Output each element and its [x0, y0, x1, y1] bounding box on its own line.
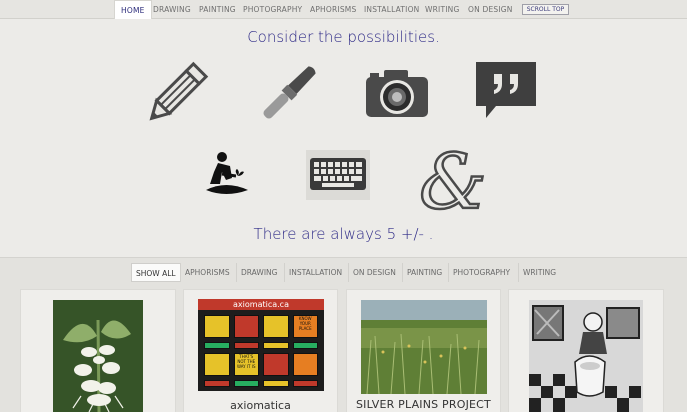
- nav-writing[interactable]: WRITING: [425, 0, 459, 19]
- aphorism-tile: [292, 353, 318, 376]
- prairie-thumbnail[interactable]: [361, 300, 487, 394]
- svg-text:&: &: [419, 142, 487, 214]
- filter-show-all[interactable]: SHOW ALL: [131, 263, 181, 282]
- aphorism-tile: [204, 353, 230, 376]
- ampersand-icon[interactable]: &: [414, 136, 492, 228]
- portfolio-card[interactable]: [20, 289, 176, 412]
- filter-installation[interactable]: INSTALLATION: [284, 263, 346, 282]
- filter-writing[interactable]: WRITING: [518, 263, 560, 282]
- nav-drawing[interactable]: DRAWING: [153, 0, 191, 19]
- aphorism-tile: [233, 379, 259, 387]
- nav-home[interactable]: HOME: [114, 0, 152, 19]
- filter-drawing[interactable]: DRAWING: [236, 263, 281, 282]
- filter-aphorisms[interactable]: APHORISMS: [180, 263, 234, 282]
- aphorism-tile: KNOW YOUR PLACE: [292, 315, 318, 338]
- portfolio-card[interactable]: axiomatica.ca KNOW YOUR PLACE THAT'S NOT …: [183, 289, 338, 412]
- orchid-thumbnail[interactable]: [53, 300, 143, 412]
- portfolio-card[interactable]: SILVER PLAINS PROJECT: [346, 289, 501, 412]
- aphorism-tile: [233, 315, 259, 338]
- aphorism-tile: [263, 315, 289, 338]
- aphorism-tile: [263, 379, 289, 387]
- axiomatica-thumbnail[interactable]: axiomatica.ca KNOW YOUR PLACE THAT'S NOT …: [198, 299, 324, 391]
- nav-on-design[interactable]: ON DESIGN: [468, 0, 513, 19]
- portfolio-card[interactable]: [508, 289, 664, 412]
- top-nav: HOME DRAWING PAINTING PHOTOGRAPHY APHORI…: [0, 0, 687, 19]
- nav-installation[interactable]: INSTALLATION: [364, 0, 420, 19]
- aphorism-tile: [204, 341, 230, 349]
- gallery-drawing-thumbnail[interactable]: [529, 300, 643, 412]
- filter-painting[interactable]: PAINTING: [402, 263, 446, 282]
- keyboard-icon[interactable]: [306, 150, 370, 200]
- nav-aphorisms[interactable]: APHORISMS: [310, 0, 356, 19]
- aphorism-tile: [292, 341, 318, 349]
- filter-photography[interactable]: PHOTOGRAPHY: [448, 263, 514, 282]
- aphorism-tile: [263, 341, 289, 349]
- scroll-top-button[interactable]: SCROLL TOP: [522, 4, 569, 15]
- pencil-icon[interactable]: [138, 58, 212, 132]
- axiomatica-board-title: axiomatica.ca: [198, 299, 324, 310]
- aphorism-tile-grid: KNOW YOUR PLACE THAT'S NOT THE WAY IT IS: [204, 315, 318, 387]
- quote-icon[interactable]: [474, 60, 538, 124]
- camera-icon[interactable]: [362, 67, 432, 121]
- nav-photography[interactable]: PHOTOGRAPHY: [243, 0, 302, 19]
- paintbrush-icon[interactable]: [252, 58, 324, 130]
- card-caption: SILVER PLAINS PROJECT: [356, 398, 491, 411]
- filter-on-design[interactable]: ON DESIGN: [348, 263, 400, 282]
- hero-footer: There are always 5 +/- .: [253, 225, 434, 243]
- aphorism-tile: THAT'S NOT THE WAY IT IS: [233, 353, 259, 376]
- hero-headline: Consider the possibilities.: [247, 28, 440, 46]
- gardener-icon[interactable]: [200, 150, 252, 202]
- aphorism-tile: [204, 315, 230, 338]
- aphorism-tile: [204, 379, 230, 387]
- aphorism-tile: [292, 379, 318, 387]
- aphorism-tile: [263, 353, 289, 376]
- card-caption: axiomatica: [230, 399, 291, 412]
- nav-painting[interactable]: PAINTING: [199, 0, 236, 19]
- aphorism-tile: [233, 341, 259, 349]
